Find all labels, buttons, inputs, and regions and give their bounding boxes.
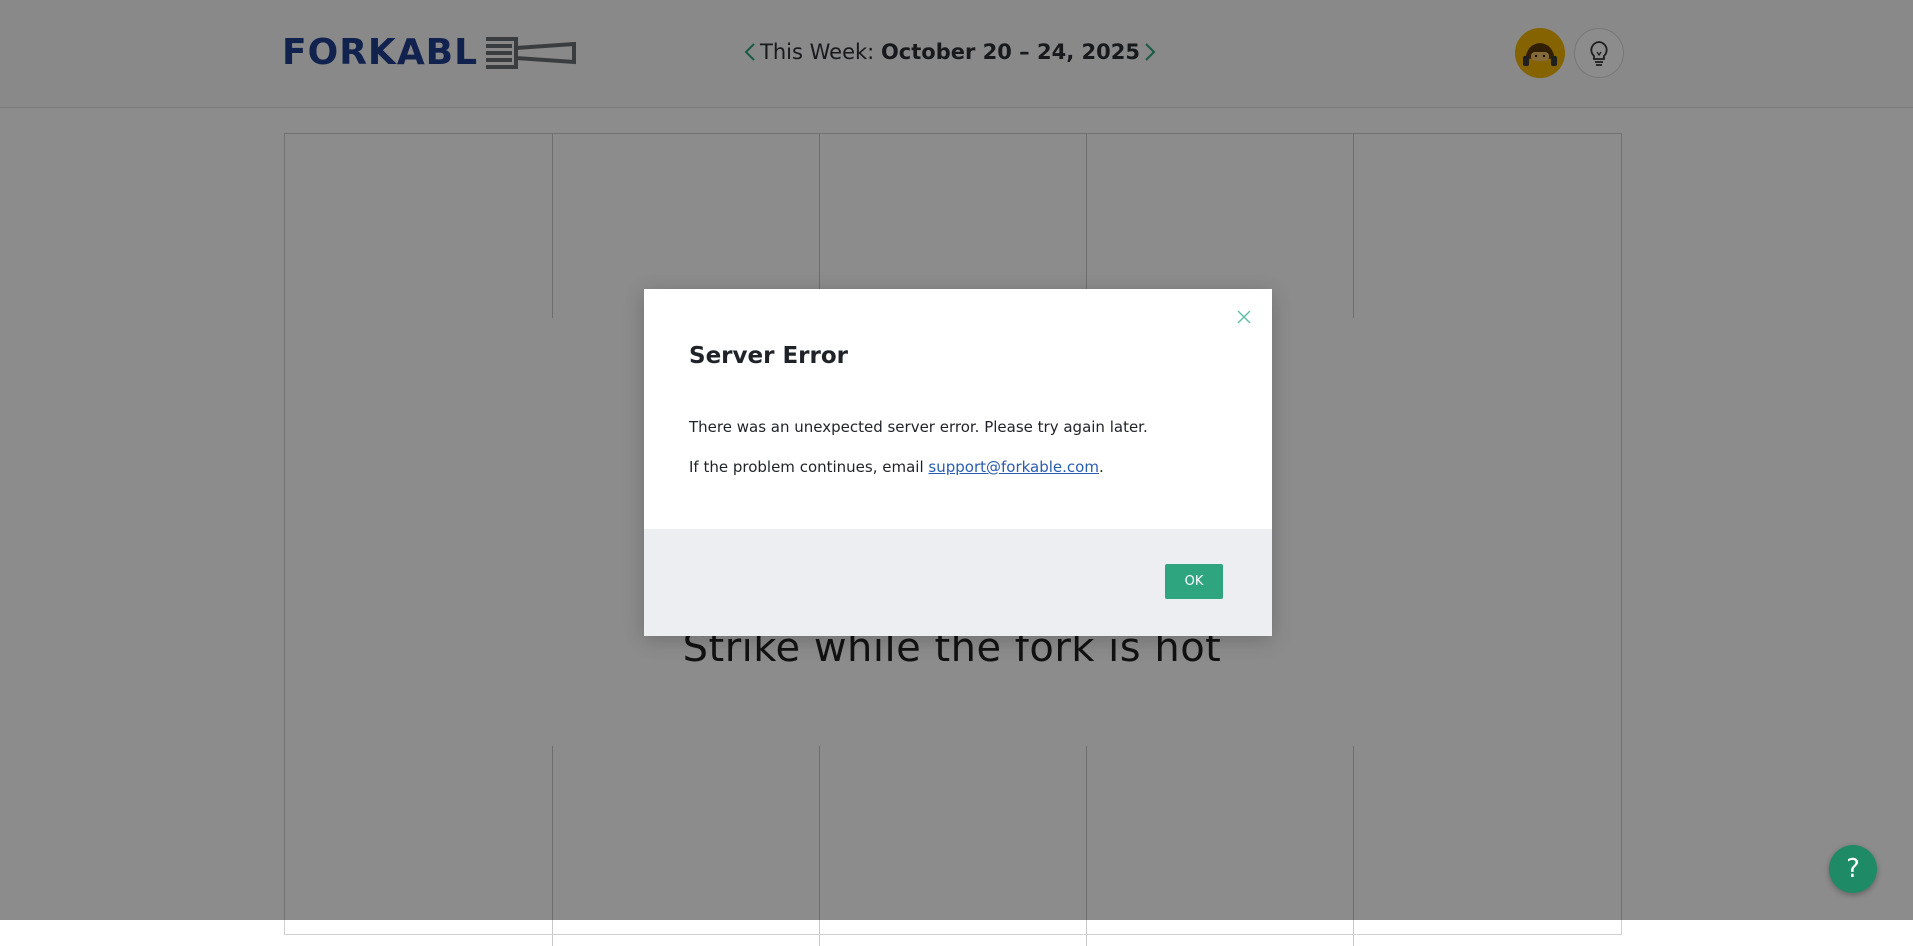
dialog-message: There was an unexpected server error. Pl… <box>689 418 1148 436</box>
server-error-dialog: Server Error There was an unexpected ser… <box>644 289 1272 636</box>
support-email-link[interactable]: support@forkable.com <box>928 458 1099 476</box>
question-icon: ? <box>1846 854 1860 884</box>
support-prefix: If the problem continues, email <box>689 458 929 476</box>
close-icon <box>1237 310 1251 324</box>
dialog-support-message: If the problem continues, email support@… <box>689 458 1104 476</box>
dialog-title: Server Error <box>689 343 848 369</box>
ok-button[interactable]: OK <box>1165 564 1223 599</box>
close-button[interactable] <box>1232 305 1256 329</box>
support-suffix: . <box>1098 458 1104 476</box>
dialog-footer: OK <box>644 529 1272 636</box>
help-button[interactable]: ? <box>1829 845 1877 893</box>
